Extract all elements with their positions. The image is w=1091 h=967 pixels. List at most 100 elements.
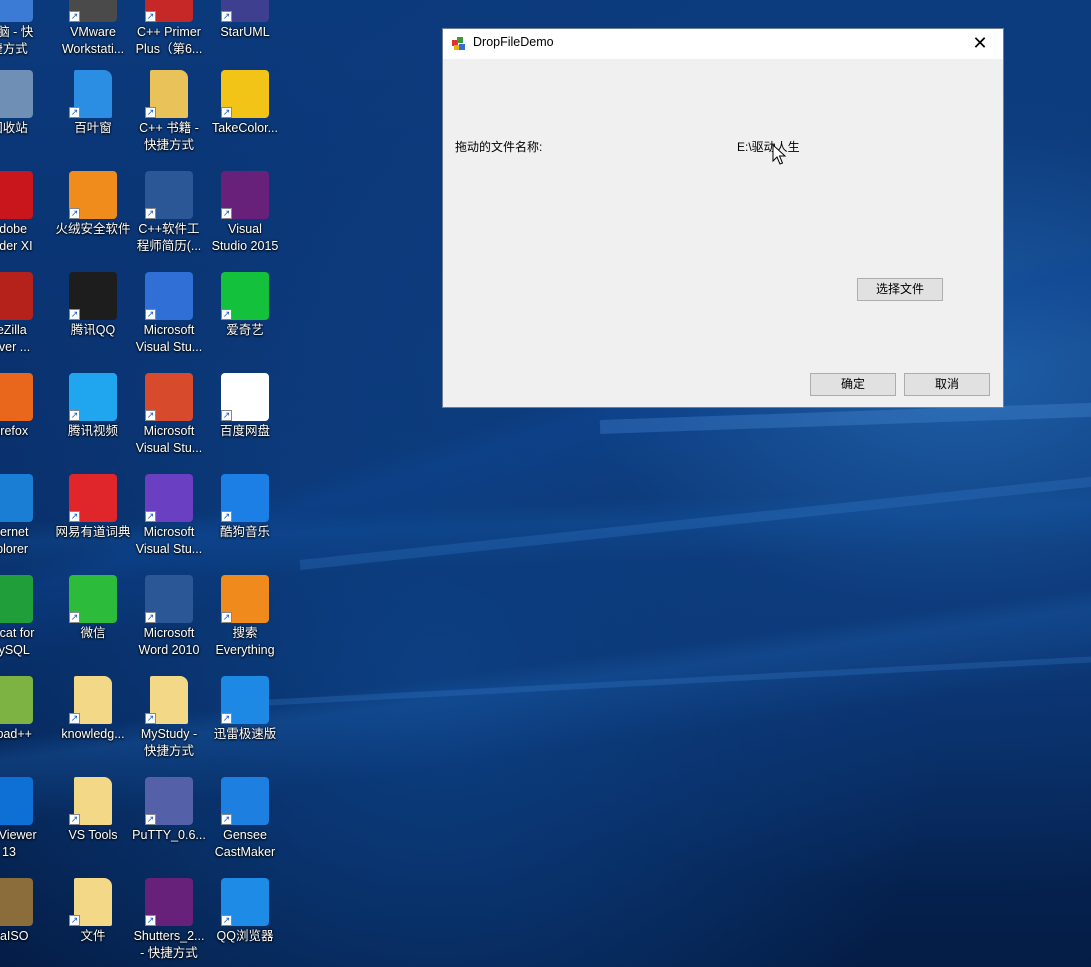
desktop-icon[interactable]: ↗ Microsoft Visual Stu... (130, 373, 208, 473)
mouse-pointer-icon (772, 144, 787, 165)
shortcut-arrow-icon: ↗ (69, 713, 80, 724)
desktop-icon[interactable]: ↗ Microsoft Visual Stu... (130, 474, 208, 574)
ok-button[interactable]: 确定 (810, 373, 896, 396)
desktop-icon[interactable]: ↗ C++ 书籍 - 快捷方式 (130, 70, 208, 170)
shortcut-arrow-icon: ↗ (221, 208, 232, 219)
desktop-icon[interactable]: ↗ knowledg... (54, 676, 132, 776)
desktop-icon-label: avicat for MySQL (0, 626, 35, 657)
desktop-icon-label: 网易有道词典 (55, 525, 131, 539)
desktop-icon[interactable]: ↗ 网易有道词典 (54, 474, 132, 574)
desktop-icon[interactable]: ↗ 微信 (54, 575, 132, 675)
shortcut-arrow-icon: ↗ (145, 410, 156, 421)
desktop-icon-label: 文件 (80, 929, 106, 943)
desktop-icon[interactable]: ↗ MyStudy - 快捷方式 (130, 676, 208, 776)
desktop-icon-label: 电脑 - 快 捷方式 (0, 25, 34, 56)
cancel-button[interactable]: 取消 (904, 373, 990, 396)
adobe-reader-icon (0, 171, 33, 219)
shortcut-arrow-icon: ↗ (145, 612, 156, 623)
desktop-icon[interactable]: ↗ Shutters_2... - 快捷方式 (130, 878, 208, 967)
desktop-icon[interactable]: ↗tepad++ (0, 676, 48, 776)
dialog-titlebar[interactable]: DropFileDemo ✕ (443, 29, 1003, 59)
desktop-icon[interactable]: ↗ C++ Primer Plus（第6... (130, 0, 208, 74)
desktop-icon-label: VS Tools (68, 828, 118, 842)
desktop-icon[interactable]: ↗Adobe eader XI (0, 171, 48, 271)
desktop-icon[interactable]: ↗ 百叶窗 (54, 70, 132, 170)
shortcut-arrow-icon: ↗ (221, 612, 232, 623)
desktop-icon-label: ileZilla erver ... (0, 323, 31, 354)
desktop-icon-label: StarUML (220, 25, 270, 39)
desktop-icon[interactable]: ↗ VMware Workstati... (54, 0, 132, 74)
shortcut-arrow-icon: ↗ (221, 410, 232, 421)
desktop-icon[interactable]: ↗ TakeColor... (206, 70, 284, 170)
desktop-icon[interactable]: ↗ VS Tools (54, 777, 132, 877)
desktop-icon[interactable]: ↗ Gensee CastMaker (206, 777, 284, 877)
desktop-icon[interactable]: ↗ PuTTY_0.6... (130, 777, 208, 877)
close-button[interactable]: ✕ (957, 29, 1003, 58)
desktop-icon[interactable]: ↗ Visual Studio 2015 (206, 171, 284, 271)
desktop-icon[interactable]: ↗ 腾讯视频 (54, 373, 132, 473)
desktop-icon-label: ltraISO (0, 929, 29, 943)
desktop-icon-label: QQ浏览器 (216, 929, 274, 943)
shortcut-arrow-icon: ↗ (221, 814, 232, 825)
desktop-icon-label: amViewer 13 (0, 828, 37, 859)
desktop-icon[interactable]: ↗ileZilla erver ... (0, 272, 48, 372)
shortcut-arrow-icon: ↗ (145, 11, 156, 22)
desktop-icon-label: TakeColor... (211, 121, 278, 135)
desktop-icon[interactable]: ↗ 文件 (54, 878, 132, 967)
shortcut-arrow-icon: ↗ (69, 814, 80, 825)
desktop-icon-label: tepad++ (0, 727, 32, 741)
desktop-icon[interactable]: ↗amViewer 13 (0, 777, 48, 877)
desktop-icon[interactable]: ↗ltraISO (0, 878, 48, 967)
desktop-icon[interactable]: ↗ StarUML (206, 0, 284, 74)
desktop-icon-label: PuTTY_0.6... (132, 828, 206, 842)
desktop-icon[interactable]: ↗ 腾讯QQ (54, 272, 132, 372)
computer-shortcut-icon (0, 0, 33, 22)
desktop-icon[interactable]: ↗ 火绒安全软件 (54, 171, 132, 271)
desktop-icon[interactable]: ↗ 百度网盘 (206, 373, 284, 473)
desktop-icon[interactable]: ↗ QQ浏览器 (206, 878, 284, 967)
teamviewer-icon (0, 777, 33, 825)
desktop-icon-label: Microsoft Visual Stu... (135, 525, 203, 556)
shortcut-arrow-icon: ↗ (145, 713, 156, 724)
desktop-icon[interactable]: ↗ 爱奇艺 (206, 272, 284, 372)
shortcut-arrow-icon: ↗ (145, 915, 156, 926)
shortcut-arrow-icon: ↗ (69, 511, 80, 522)
desktop-icon[interactable]: ↗ C++软件工 程师简历(... (130, 171, 208, 271)
desktop-icon[interactable]: ↗nternet xplorer (0, 474, 48, 574)
notepad-plus-plus-icon (0, 676, 33, 724)
navicat-icon (0, 575, 33, 623)
desktop-icon-label: 微信 (80, 626, 106, 640)
shortcut-arrow-icon: ↗ (221, 511, 232, 522)
desktop-icon[interactable]: ↗ Microsoft Visual Stu... (130, 272, 208, 372)
filezilla-icon (0, 272, 33, 320)
desktop-icon-label: VMware Workstati... (61, 25, 125, 56)
internet-explorer-icon (0, 474, 33, 522)
desktop-icon-label: nternet xplorer (0, 525, 29, 556)
shortcut-arrow-icon: ↗ (145, 208, 156, 219)
desktop-icon[interactable]: ↗Firefox (0, 373, 48, 473)
shortcut-arrow-icon: ↗ (145, 511, 156, 522)
wallpaper-light-beam (259, 656, 1091, 706)
desktop-icon[interactable]: ↗电脑 - 快 捷方式 (0, 0, 48, 74)
desktop-icon-label: Shutters_2... - 快捷方式 (133, 929, 205, 960)
app-icon (452, 37, 465, 50)
desktop-icon[interactable]: ↗ 搜索 Everything (206, 575, 284, 675)
desktop-icon[interactable]: ↗avicat for MySQL (0, 575, 48, 675)
desktop-icon[interactable]: ↗回收站 (0, 70, 48, 170)
shortcut-arrow-icon: ↗ (221, 107, 232, 118)
desktop-icon-label: MyStudy - 快捷方式 (140, 727, 198, 758)
desktop-icon-label: Microsoft Word 2010 (138, 626, 200, 657)
dropfiledemo-dialog: DropFileDemo ✕ 拖动的文件名称: E:\驱动人生 选择文件 确定 … (442, 28, 1004, 408)
desktop-icon[interactable]: ↗ 酷狗音乐 (206, 474, 284, 574)
desktop-icon-label: Firefox (0, 424, 29, 438)
desktop-icon-label: 火绒安全软件 (55, 222, 131, 236)
choose-file-button[interactable]: 选择文件 (857, 278, 943, 301)
shortcut-arrow-icon: ↗ (221, 11, 232, 22)
desktop-icon[interactable]: ↗ 迅雷极速版 (206, 676, 284, 776)
desktop-background: ↗电脑 - 快 捷方式↗VMware Workstati...↗C++ Prim… (0, 0, 1091, 967)
ultraiso-disc-icon (0, 878, 33, 926)
shortcut-arrow-icon: ↗ (69, 309, 80, 320)
desktop-icon-label: C++ 书籍 - 快捷方式 (139, 121, 199, 152)
desktop-icon-label: 搜索 Everything (215, 626, 275, 657)
desktop-icon[interactable]: ↗ Microsoft Word 2010 (130, 575, 208, 675)
